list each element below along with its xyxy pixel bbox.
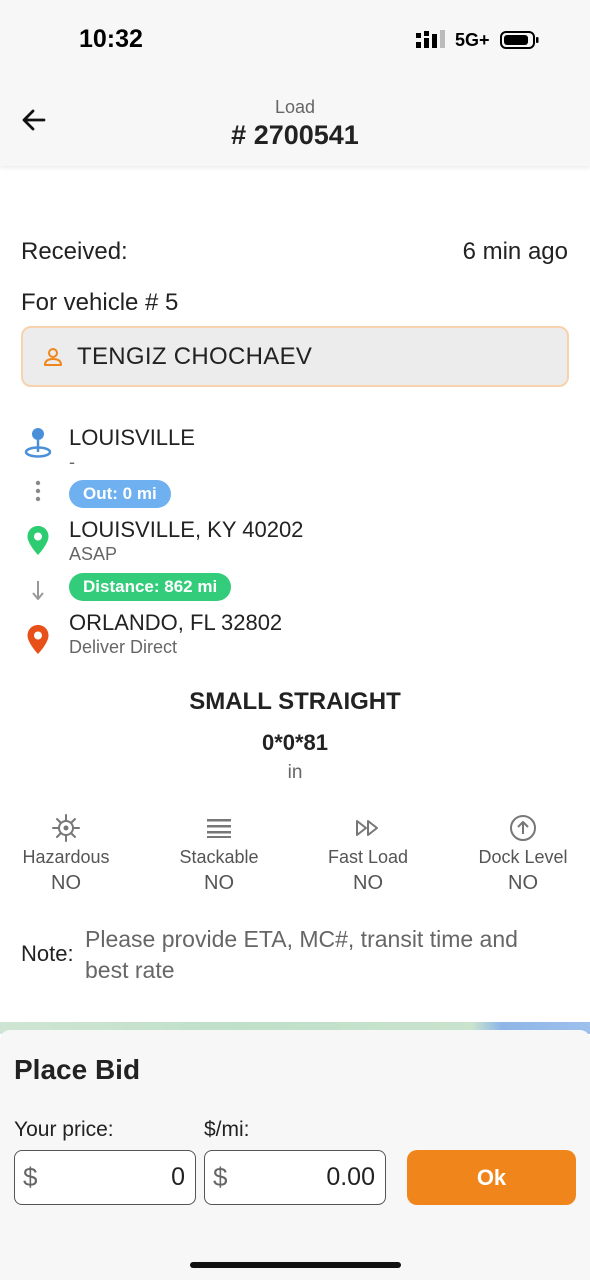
feature-value: NO [353,872,383,894]
driver-name: TENGIZ CHOCHAEV [77,342,313,370]
note-label: Note: [21,941,74,966]
delivery-sub: Deliver Direct [69,637,178,657]
received-label: Received: [21,238,128,265]
arrow-down-icon [22,578,54,602]
ok-button[interactable]: Ok [407,1150,576,1205]
price-value: 0 [171,1163,185,1191]
truck-dimensions: 0*0*81 [261,730,329,755]
signal-icon [416,30,445,48]
delivery-pin-icon [22,624,54,656]
feature-stackable: Stackable NO [149,812,289,895]
price-label: Your price: [14,1118,114,1141]
currency-symbol: $ [23,1162,38,1192]
bid-title: Place Bid [14,1054,141,1085]
current-location-sub: - [69,452,75,472]
feature-value: NO [204,872,234,894]
feature-label: Stackable [179,847,259,867]
status-time: 10:32 [79,25,143,53]
per-mile-input[interactable]: $ 0.00 [204,1150,386,1205]
feature-label: Fast Load [327,847,409,867]
load-number: # 2700541 [231,120,359,150]
truck-type: SMALL STRAIGHT [189,688,401,715]
pickup-pin-icon [22,525,54,557]
feature-hazardous: Hazardous NO [0,812,136,895]
feature-dock-level: Dock Level NO [453,812,590,895]
current-location-title: LOUISVILLE [69,425,195,450]
header-label: Load [274,97,316,117]
home-indicator[interactable] [190,1262,401,1268]
vehicle-label: For vehicle # 5 [21,289,179,316]
fast-forward-icon [356,820,378,836]
person-icon [44,347,62,366]
driver-field[interactable]: TENGIZ CHOCHAEV [21,326,569,387]
feature-fast-load: Fast Load NO [298,812,438,895]
feature-value: NO [51,872,81,894]
feature-value: NO [508,872,538,894]
out-distance-pill: Out: 0 mi [69,480,171,508]
received-value: 6 min ago [462,238,568,265]
currency-symbol: $ [213,1162,228,1192]
feature-label: Dock Level [478,847,568,867]
current-location-icon [22,425,54,459]
hazard-icon [52,814,80,842]
note-text: Please provide ETA, MC#, transit time an… [85,926,518,983]
delivery-title: ORLANDO, FL 32802 [69,610,283,635]
distance-pill: Distance: 862 mi [69,573,232,601]
dimensions-unit: in [287,762,303,783]
pickup-sub: ASAP [69,544,118,564]
stack-icon [207,819,231,838]
battery-icon [500,31,539,49]
per-mile-value: 0.00 [326,1163,375,1191]
received-row: Received: 6 min ago [21,238,568,266]
per-mile-label: $/mi: [204,1118,250,1141]
dock-up-icon [510,815,536,841]
feature-label: Hazardous [22,847,110,867]
pickup-title: LOUISVILLE, KY 40202 [69,517,304,542]
price-input[interactable]: $ 0 [14,1150,196,1205]
more-vertical-icon [22,480,54,502]
network-label: 5G+ [455,30,490,50]
